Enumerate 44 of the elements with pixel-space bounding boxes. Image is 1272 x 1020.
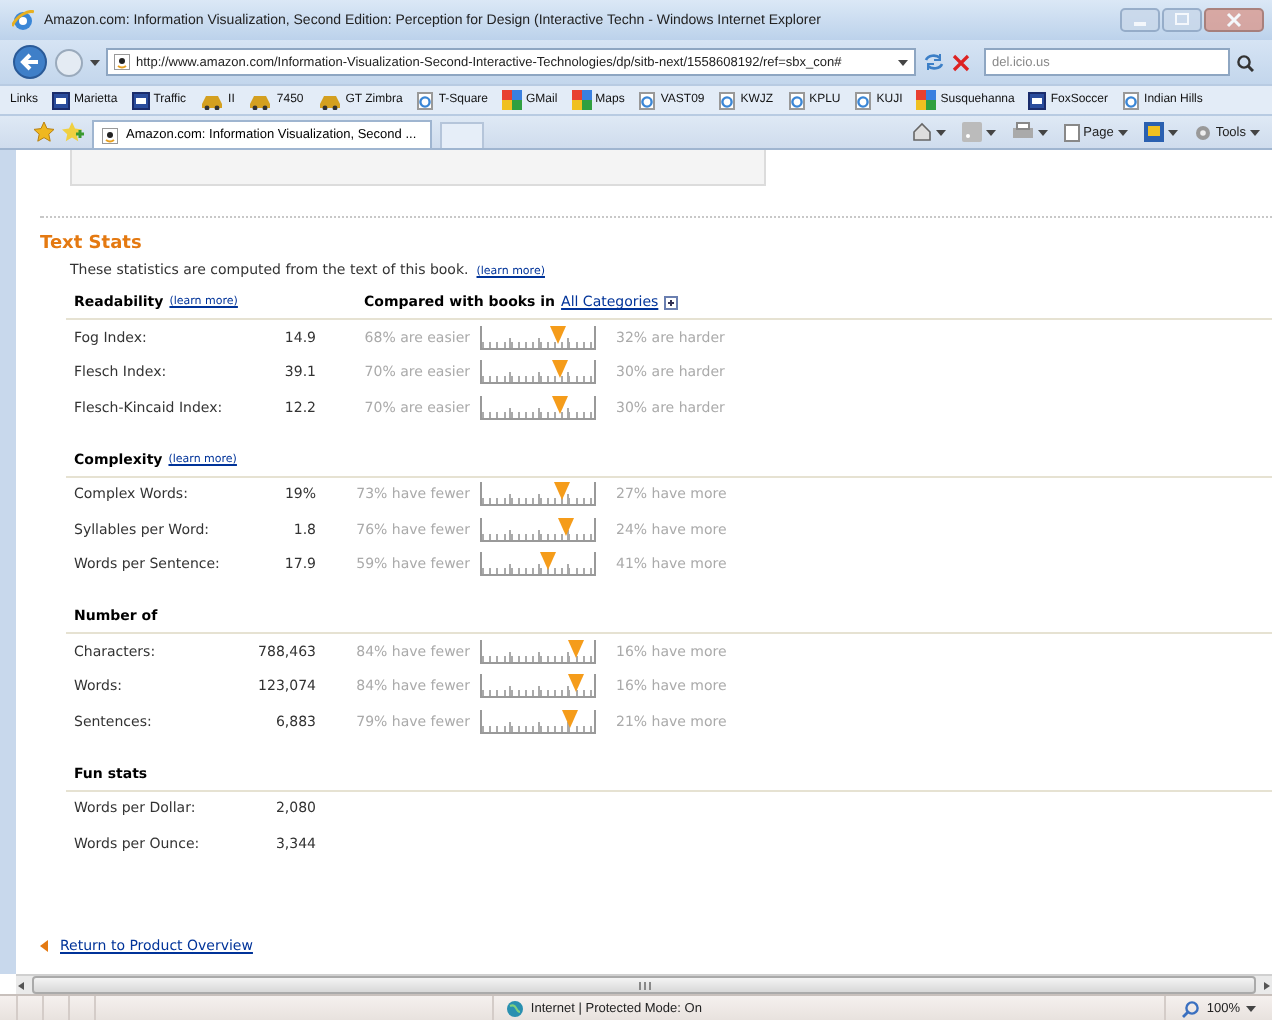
back-button[interactable]	[12, 44, 48, 80]
expand-icon[interactable]	[664, 295, 679, 309]
refresh-icon[interactable]	[922, 52, 946, 72]
car-icon	[200, 91, 225, 109]
globe-icon	[506, 999, 525, 1017]
site-icon	[114, 54, 130, 70]
home-icon[interactable]	[911, 122, 932, 142]
caret-icon[interactable]	[90, 59, 100, 65]
page-icon	[1063, 123, 1080, 141]
caret-icon[interactable]	[1037, 129, 1048, 135]
car-icon	[317, 91, 342, 109]
caret-icon[interactable]	[1250, 129, 1260, 135]
site-icon	[102, 127, 118, 143]
zoom-icon	[1182, 999, 1201, 1017]
caret-icon[interactable]	[1167, 129, 1178, 135]
bookmark-icon	[52, 91, 71, 109]
caret-icon[interactable]	[985, 129, 996, 135]
caret-icon[interactable]	[1117, 129, 1128, 135]
section-title: Text Stats	[40, 234, 142, 254]
print-icon[interactable]	[1011, 122, 1034, 142]
tiles-icon	[502, 90, 522, 110]
page-icon	[416, 91, 435, 109]
close-icon[interactable]	[1204, 8, 1264, 32]
add-favorites-icon[interactable]	[62, 122, 84, 142]
browser-logo-icon	[12, 9, 34, 31]
caret-icon[interactable]	[898, 59, 908, 65]
stop-icon[interactable]	[952, 53, 970, 71]
arrow-icon	[40, 939, 48, 951]
page-icon	[854, 91, 873, 109]
caret-icon[interactable]	[1245, 1005, 1256, 1011]
tiles-icon	[571, 90, 592, 110]
caret-icon[interactable]	[935, 129, 946, 135]
favorites-icon[interactable]	[34, 122, 54, 142]
page-icon	[787, 91, 806, 109]
car-icon	[248, 91, 273, 109]
grip-icon	[637, 981, 651, 989]
tiles-icon	[916, 90, 937, 110]
scrollbar-thumb[interactable]	[32, 976, 1256, 994]
page-icon	[638, 91, 657, 109]
bookmark-icon	[131, 91, 150, 109]
page-icon	[718, 91, 737, 109]
search-icon[interactable]	[1236, 53, 1254, 71]
bookmark-icon	[1028, 91, 1047, 109]
page-icon	[1122, 91, 1141, 109]
